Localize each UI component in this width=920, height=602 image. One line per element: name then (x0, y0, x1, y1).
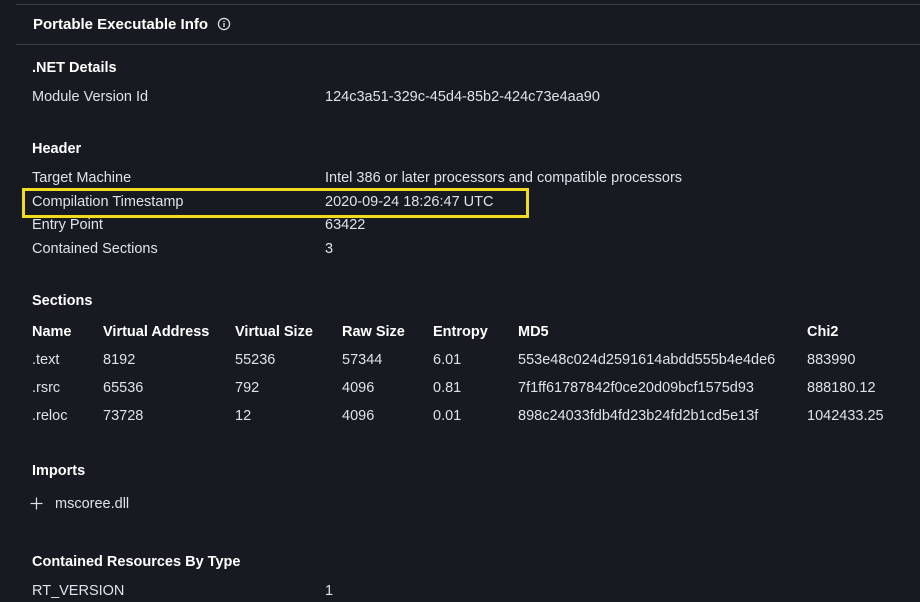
column-header-chi2: Chi2 (807, 324, 839, 340)
header-section-title: Header (32, 141, 82, 157)
section-name: .text (32, 352, 60, 368)
contained-sections-value: 3 (325, 241, 334, 257)
section-md5: 7f1ff61787842f0ce20d09bcf1575d93 (518, 380, 754, 396)
section-virtual-address: 73728 (103, 408, 144, 424)
section-virtual-size: 12 (235, 408, 252, 424)
section-virtual-size: 792 (235, 380, 260, 396)
contained-sections-label: Contained Sections (32, 241, 158, 257)
column-header-entropy: Entropy (433, 324, 488, 340)
panel-title: Portable Executable Info (33, 15, 209, 33)
sections-title: Sections (32, 293, 93, 309)
section-entropy: 0.01 (433, 408, 462, 424)
section-entropy: 6.01 (433, 352, 462, 368)
section-chi2: 1042433.25 (807, 408, 884, 424)
section-raw-size: 4096 (342, 380, 375, 396)
import-dll-name[interactable]: mscoree.dll (55, 496, 129, 512)
module-version-id-label: Module Version Id (32, 89, 149, 105)
column-header-md5: MD5 (518, 324, 549, 340)
section-virtual-size: 55236 (235, 352, 276, 368)
imports-title: Imports (32, 463, 86, 479)
resource-type-count: 1 (325, 583, 334, 599)
section-md5: 898c24033fdb4fd23b24fd2b1cd5e13f (518, 408, 759, 424)
top-divider (16, 4, 920, 5)
target-machine-label: Target Machine (32, 170, 132, 186)
section-raw-size: 4096 (342, 408, 375, 424)
section-name: .reloc (32, 408, 68, 424)
info-circle-icon[interactable] (217, 17, 231, 31)
section-chi2: 888180.12 (807, 380, 876, 396)
entry-point-label: Entry Point (32, 217, 103, 233)
column-header-name: Name (32, 324, 72, 340)
module-version-id-value: 124c3a51-329c-45d4-85b2-424c73e4aa90 (325, 89, 600, 105)
compilation-timestamp-label: Compilation Timestamp (32, 194, 184, 210)
section-virtual-address: 65536 (103, 380, 144, 396)
compilation-timestamp-value: 2020-09-24 18:26:47 UTC (325, 194, 494, 210)
column-header-virtual-size: Virtual Size (235, 324, 313, 340)
section-chi2: 883990 (807, 352, 856, 368)
net-details-title: .NET Details (32, 60, 117, 76)
resource-type-label: RT_VERSION (32, 583, 125, 599)
section-raw-size: 57344 (342, 352, 383, 368)
section-md5: 553e48c024d2591614abdd555b4e4de6 (518, 352, 776, 368)
resources-title: Contained Resources By Type (32, 554, 241, 570)
column-header-virtual-address: Virtual Address (103, 324, 210, 340)
plus-icon[interactable] (30, 497, 43, 510)
header-divider (16, 44, 920, 45)
panel-header: Portable Executable Info (33, 14, 231, 34)
target-machine-value: Intel 386 or later processors and compat… (325, 170, 683, 186)
section-name: .rsrc (32, 380, 61, 396)
entry-point-value: 63422 (325, 217, 366, 233)
column-header-raw-size: Raw Size (342, 324, 405, 340)
section-entropy: 0.81 (433, 380, 462, 396)
section-virtual-address: 8192 (103, 352, 136, 368)
